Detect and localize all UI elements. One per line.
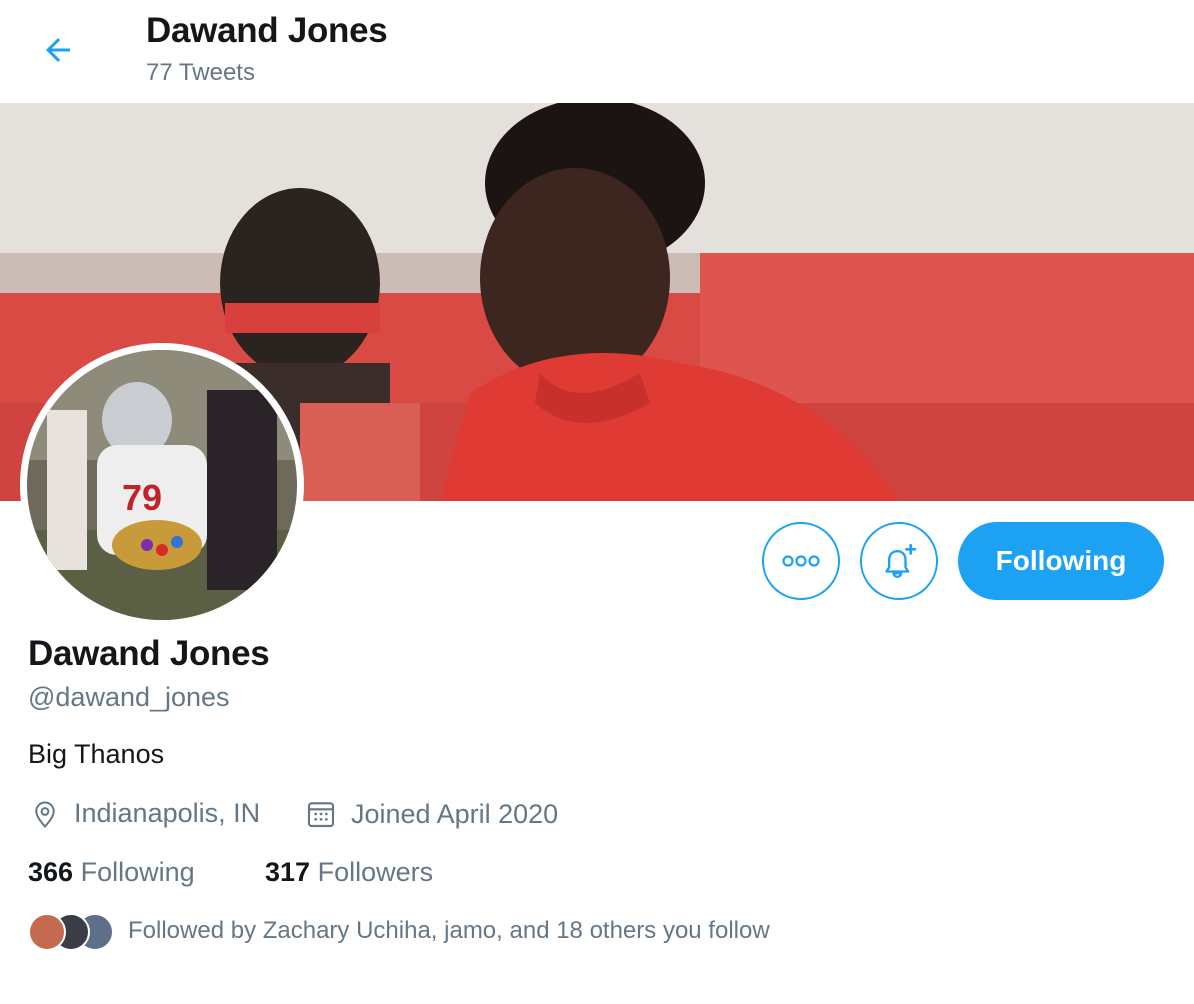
followers-stat[interactable]: 317 Followers	[265, 857, 433, 888]
profile-joined: Joined April 2020	[305, 798, 558, 830]
profile-avatar[interactable]: 79	[20, 343, 304, 627]
arrow-left-icon	[46, 38, 70, 62]
location-pin-icon	[30, 799, 60, 829]
back-button[interactable]	[28, 22, 88, 78]
follower-avatar	[28, 913, 66, 951]
following-stat[interactable]: 366 Following	[28, 857, 195, 888]
following-button[interactable]: Following	[958, 522, 1164, 600]
profile-handle: @dawand_jones	[28, 682, 230, 712]
following-count: 366	[28, 857, 74, 887]
joined-text: Joined April 2020	[351, 798, 559, 829]
top-bar: Dawand Jones 77 Tweets	[0, 0, 1194, 103]
followers-label: Followers	[317, 857, 434, 887]
followed-by-text: Followed by Zachary Uchiha, jamo, and 18…	[128, 917, 770, 944]
svg-text:79: 79	[122, 477, 162, 518]
location-text: Indianapolis, IN	[74, 798, 261, 828]
header-tweet-count: 77 Tweets	[146, 59, 255, 86]
bell-plus-icon	[885, 543, 917, 579]
profile-name: Dawand Jones	[28, 634, 270, 673]
avatar-image: 79	[27, 350, 297, 620]
following-label: Following	[80, 857, 195, 887]
more-options-button[interactable]	[762, 522, 840, 600]
followers-count: 317	[265, 857, 311, 887]
calendar-icon	[305, 798, 337, 830]
notifications-button[interactable]	[860, 522, 938, 600]
header-profile-name: Dawand Jones	[146, 11, 388, 50]
more-dots-icon	[782, 555, 820, 567]
profile-location: Indianapolis, IN	[30, 798, 260, 829]
profile-bio: Big Thanos	[28, 739, 165, 769]
